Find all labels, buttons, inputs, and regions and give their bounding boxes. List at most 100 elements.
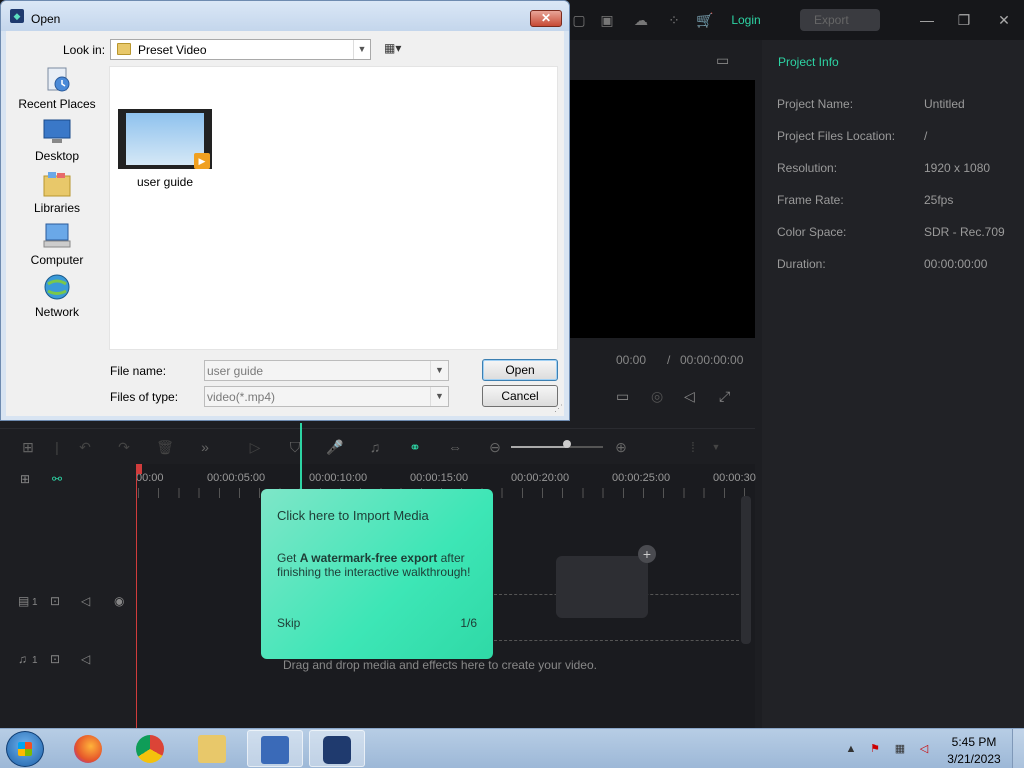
lock-icon[interactable]: ⊡ — [50, 594, 60, 608]
cart-icon[interactable]: 🛒 — [696, 11, 714, 29]
cancel-button[interactable]: Cancel — [482, 385, 558, 407]
time-separator: / — [667, 353, 671, 367]
taskbar-file-explorer[interactable] — [185, 730, 241, 767]
file-type-label: Files of type: — [110, 390, 179, 404]
show-hidden-icons[interactable]: ▲ — [844, 742, 858, 756]
open-button[interactable]: Open — [482, 359, 558, 381]
cloud-icon[interactable]: ☁ — [632, 11, 650, 29]
eye-icon[interactable]: ◉ — [114, 594, 124, 608]
resize-grip-icon[interactable]: ⋰ — [554, 403, 564, 413]
taskbar-firefox[interactable] — [61, 730, 117, 767]
place-computer[interactable]: Computer — [6, 222, 108, 272]
tooltip-title[interactable]: Click here to Import Media — [277, 508, 429, 523]
apps-grid-icon[interactable]: ⁘ — [665, 11, 683, 29]
layout-icon[interactable]: ⊞ — [19, 438, 37, 456]
ruler-label: 00:00:20:00 — [511, 472, 570, 484]
video-file-icon[interactable]: ▶ — [118, 109, 212, 169]
taskbar-chrome[interactable] — [123, 730, 179, 767]
magnet-snap-icon[interactable]: ⚭ — [406, 438, 424, 456]
save-icon[interactable]: ▣ — [598, 11, 616, 29]
volume-muted-icon[interactable]: ◁ — [917, 742, 931, 756]
restore-icon[interactable]: ❐ — [954, 10, 974, 30]
add-media-icon[interactable]: + — [638, 545, 656, 563]
network-tray-icon[interactable]: ▦ — [893, 742, 907, 756]
delete-icon[interactable]: 🗑 — [156, 438, 174, 456]
undo-icon[interactable]: ↶ — [76, 438, 94, 456]
place-label: Computer — [30, 253, 84, 267]
place-libraries[interactable]: Libraries — [6, 170, 108, 220]
zoom-slider[interactable] — [511, 446, 603, 448]
skip-button[interactable]: Skip — [277, 616, 300, 630]
mic-icon[interactable]: 🎤 — [326, 438, 344, 456]
step-counter: 1/6 — [460, 616, 477, 630]
firefox-icon — [74, 735, 102, 763]
more-tools-icon[interactable]: » — [196, 438, 214, 456]
close-icon[interactable]: ✕ — [530, 10, 562, 27]
look-in-label: Look in: — [63, 43, 106, 57]
action-center-icon[interactable]: ⚑ — [868, 742, 882, 756]
file-name-field[interactable]: user guide — [204, 360, 449, 381]
desktop-icon — [43, 119, 71, 143]
info-row-files-location: Project Files Location: / — [777, 129, 1017, 145]
clock-date[interactable]: 3/21/2023 — [946, 752, 1002, 766]
show-desktop-button[interactable] — [1012, 729, 1024, 768]
taskbar-task-manager[interactable] — [247, 730, 303, 767]
view-menu-icon[interactable]: ▦▾ — [384, 41, 410, 58]
mute-icon[interactable]: ◁ — [81, 594, 90, 608]
zoom-out-icon[interactable]: ⊖ — [486, 438, 504, 456]
play-badge-icon: ▶ — [194, 153, 210, 169]
chrome-icon — [136, 735, 164, 763]
lock-icon[interactable]: ⊡ — [50, 652, 60, 666]
dialog-title-bar[interactable]: ◆ Open ✕ — [1, 1, 569, 31]
clock-time[interactable]: 5:45 PM — [946, 735, 1002, 749]
minimize-icon[interactable]: — — [917, 10, 937, 30]
login-button[interactable]: Login — [726, 9, 766, 31]
info-value: 00:00:00:00 — [924, 257, 988, 271]
info-key: Duration: — [777, 257, 826, 271]
file-list[interactable]: ▶ user guide — [109, 66, 558, 350]
network-icon — [44, 274, 70, 300]
taskbar-filmora[interactable] — [309, 730, 365, 767]
export-button[interactable]: Export — [800, 9, 880, 31]
app-icon: ◆ — [10, 9, 24, 23]
snapshot-image-icon[interactable]: ▭ — [716, 52, 729, 69]
zoom-in-icon[interactable]: ⊕ — [612, 438, 630, 456]
chevron-down-icon[interactable]: ▼ — [430, 387, 448, 406]
display-icon[interactable]: ▭ — [616, 388, 629, 405]
mute-icon[interactable]: ◁ — [81, 652, 90, 666]
fit-icon[interactable]: ⇔ — [446, 438, 464, 456]
file-item-label[interactable]: user guide — [118, 175, 212, 189]
volume-icon[interactable]: ◁ — [684, 388, 695, 405]
place-label: Desktop — [34, 149, 80, 163]
computer-icon — [43, 223, 71, 248]
start-button[interactable] — [6, 731, 44, 767]
chevron-down-icon[interactable]: ▼ — [353, 40, 370, 59]
tab-project-info[interactable]: Project Info — [778, 55, 839, 69]
windows-logo-icon — [18, 742, 32, 756]
place-network[interactable]: Network — [6, 274, 108, 324]
camera-icon[interactable]: ◎ — [651, 388, 663, 405]
fullscreen-icon[interactable]: ⤢ — [719, 388, 730, 405]
look-in-select[interactable]: Preset Video ▼ — [110, 39, 371, 60]
playhead[interactable] — [136, 464, 137, 728]
link-icon[interactable]: ⚯ — [52, 472, 62, 486]
audio-mix-icon[interactable]: ♫ — [366, 438, 384, 456]
chevron-down-icon[interactable]: ▼ — [430, 361, 448, 380]
zoom-slider-handle[interactable] — [563, 440, 571, 448]
play-range-icon[interactable]: ▷ — [246, 438, 264, 456]
project-icon[interactable]: ▢ — [570, 11, 588, 29]
place-recent-places[interactable]: Recent Places — [6, 66, 108, 116]
close-icon[interactable]: ✕ — [994, 10, 1014, 30]
guide-pointer-line — [300, 423, 302, 491]
file-type-select[interactable]: video(*.mp4) — [204, 386, 449, 407]
add-track-icon[interactable]: ⊞ — [20, 472, 30, 486]
place-desktop[interactable]: Desktop — [6, 118, 108, 168]
info-row-project-name: Project Name: Untitled — [777, 97, 1017, 113]
timeline-scrollbar[interactable] — [741, 496, 751, 644]
ruler-label: 00:00:25:00 — [612, 472, 671, 484]
info-value: / — [924, 129, 928, 143]
chevron-down-icon[interactable]: ▼ — [707, 438, 725, 456]
track-menu-icon[interactable]: ⁞ — [684, 438, 702, 456]
playhead-handle[interactable] — [136, 464, 142, 474]
redo-icon[interactable]: ↷ — [115, 438, 133, 456]
